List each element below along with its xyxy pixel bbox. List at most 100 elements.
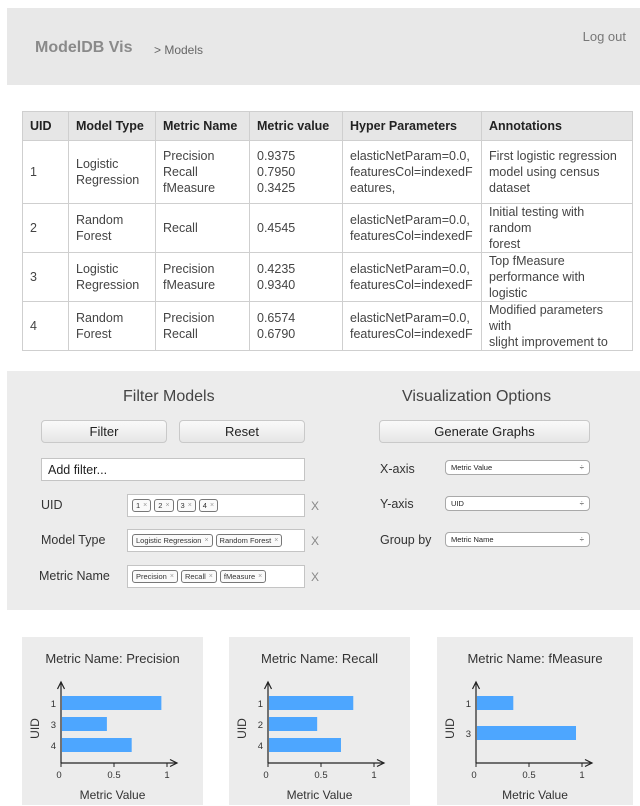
cell-annotations: Top fMeasure performance with logistic [481, 252, 633, 302]
uid-filter-label: UID [41, 498, 63, 512]
model-type-tag[interactable]: Random Forest × [215, 534, 283, 547]
metric-name-tag[interactable]: Recall × [180, 570, 217, 583]
uid-tag[interactable]: 3 × [176, 499, 196, 512]
metric-name-tag-label: Recall [184, 572, 206, 581]
metric-name-tag-input[interactable]: Precision × Recall × fMeasure × [127, 565, 305, 588]
clear-uid-filter-icon[interactable]: X [311, 499, 319, 513]
group-by-select[interactable]: Metric Name ÷ [445, 532, 590, 547]
remove-tag-icon[interactable]: × [143, 502, 147, 509]
chart-x-axis-label: Metric Value [79, 788, 146, 802]
logout-link[interactable]: Log out [583, 29, 626, 44]
cell-model-type: Random Forest [68, 301, 156, 351]
y-axis-label: Y-axis [380, 497, 414, 511]
remove-tag-icon[interactable]: × [274, 537, 278, 544]
metric-name-filter-label: Metric Name [39, 569, 110, 583]
cell-hyper-parameters: elasticNetParam=0.0, featuresCol=indexedF [342, 252, 482, 302]
add-filter-input[interactable]: Add filter... [41, 458, 305, 481]
x-tick-label: 1 [579, 770, 584, 781]
generate-graphs-button[interactable]: Generate Graphs [379, 420, 590, 443]
model-type-tag[interactable]: Logistic Regression × [132, 534, 213, 547]
cell-model-type-line: Logistic [76, 262, 119, 276]
filter-button[interactable]: Filter [41, 420, 167, 443]
clear-model-type-filter-icon[interactable]: X [311, 534, 319, 548]
cell-model-type-line: Logistic [76, 157, 119, 171]
uid-tag-label: 4 [202, 501, 207, 510]
chart-card-recall: UID 0 0.5 1 1 2 4 Metric Name: Recall Metric V… [229, 637, 410, 805]
cell-annotations-line: Top fMeasure [489, 254, 565, 268]
cell-model-type-line: Regression [76, 278, 140, 292]
remove-tag-icon[interactable]: × [209, 573, 213, 580]
remove-tag-icon[interactable]: × [188, 502, 192, 509]
cell-metric-name: Precision Recall fMeasure [155, 140, 250, 204]
column-header-model-type[interactable]: Model Type [68, 111, 156, 141]
x-tick-label: 0.5 [522, 770, 535, 781]
chart-card-precision: UID 0 0.5 1 1 3 4 Metric Name: Precision Metri… [22, 637, 203, 805]
clear-metric-name-filter-icon[interactable]: X [311, 570, 319, 584]
cell-metric-value-line: 0.4545 [257, 221, 296, 235]
uid-tag-input[interactable]: 1 × 2 × 3 × 4 × [127, 494, 305, 517]
y-tick-label: 3 [466, 729, 471, 740]
cell-annotations-line: model using census [489, 165, 600, 179]
cell-metric-value: 0.4545 [249, 203, 343, 253]
x-axis-select[interactable]: Metric Value ÷ [445, 460, 590, 475]
cell-hyper-parameters-line: featuresCol=indexedF [350, 278, 473, 292]
cell-metric-name-line: fMeasure [163, 278, 216, 292]
cell-hyper-parameters-line: featuresCol=indexedF [350, 229, 473, 243]
uid-tag[interactable]: 2 × [154, 499, 174, 512]
table-header-row: UID Model Type Metric Name Metric value … [22, 111, 633, 141]
bar [62, 738, 132, 752]
uid-tag[interactable]: 4 × [198, 499, 219, 512]
cell-annotations-line: slight improvement to [489, 335, 608, 349]
x-tick-label: 0 [56, 770, 61, 781]
table-row[interactable]: 2 Random Forest Recall 0.4545 elasticNetParam… [22, 203, 633, 253]
x-tick-label: 0.5 [314, 770, 327, 781]
metric-name-tag[interactable]: Precision × [132, 570, 178, 583]
remove-tag-icon[interactable]: × [210, 502, 214, 509]
chart-title: Metric Name: fMeasure [467, 651, 603, 666]
cell-hyper-parameters-line: elasticNetParam=0.0, [350, 149, 470, 163]
y-axis-select-value: UID [451, 499, 464, 508]
column-header-uid[interactable]: UID [22, 111, 69, 141]
select-arrow-icon: ÷ [579, 463, 584, 472]
y-tick-label: 1 [258, 699, 263, 710]
cell-annotations-line: forest [489, 237, 521, 251]
cell-hyper-parameters-line: eatures, [350, 181, 396, 195]
cell-metric-name-line: Precision [163, 149, 215, 163]
cell-annotations-line: dataset [489, 181, 531, 195]
y-tick-label: 4 [258, 741, 263, 752]
remove-tag-icon[interactable]: × [165, 502, 169, 509]
column-header-annotations[interactable]: Annotations [481, 111, 633, 141]
table-row[interactable]: 3 Logistic Regression Precision fMeasure 0.42… [22, 252, 633, 302]
table-row[interactable]: 4 Random Forest Precision Recall 0.6574 0.6790… [22, 301, 633, 351]
cell-metric-name-line: Recall [163, 221, 198, 235]
cell-hyper-parameters-line: featuresCol=indexedF [350, 327, 473, 341]
cell-uid: 2 [22, 203, 69, 253]
group-by-label: Group by [380, 533, 432, 547]
models-table: UID Model Type Metric Name Metric value … [22, 111, 633, 351]
remove-tag-icon[interactable]: × [170, 573, 174, 580]
select-arrow-icon: ÷ [579, 499, 584, 508]
metric-name-tag[interactable]: fMeasure × [219, 570, 267, 583]
y-axis-select[interactable]: UID ÷ [445, 496, 590, 511]
uid-tag[interactable]: 1 × [132, 499, 152, 512]
reset-button[interactable]: Reset [179, 420, 305, 443]
remove-tag-icon[interactable]: × [204, 537, 208, 544]
column-header-metric-value[interactable]: Metric value [249, 111, 343, 141]
bar [62, 696, 162, 710]
column-header-metric-name[interactable]: Metric Name [155, 111, 250, 141]
model-type-tag-input[interactable]: Logistic Regression × Random Forest × [127, 529, 305, 552]
cell-hyper-parameters-line: elasticNetParam=0.0, [350, 262, 470, 276]
chart-x-axis-label: Metric Value [286, 788, 353, 802]
filter-panel: Filter Models Visualization Options Filt… [7, 371, 640, 610]
remove-tag-icon[interactable]: × [258, 573, 262, 580]
uid-tag-label: 3 [180, 501, 185, 510]
cell-annotations-line: Modified parameters with [489, 303, 603, 333]
table-row[interactable]: 1 Logistic Regression Precision Recall fMeasu… [22, 140, 633, 204]
cell-metric-value-line: 0.6790 [257, 327, 296, 341]
cell-annotations: Initial testing with random forest [481, 203, 633, 253]
brand-title[interactable]: ModelDB Vis [35, 39, 133, 57]
x-tick-label: 1 [164, 770, 169, 781]
cell-uid: 1 [22, 140, 69, 204]
metric-name-tag-label: Precision [136, 572, 167, 581]
column-header-hyper-parameters[interactable]: Hyper Parameters [342, 111, 482, 141]
